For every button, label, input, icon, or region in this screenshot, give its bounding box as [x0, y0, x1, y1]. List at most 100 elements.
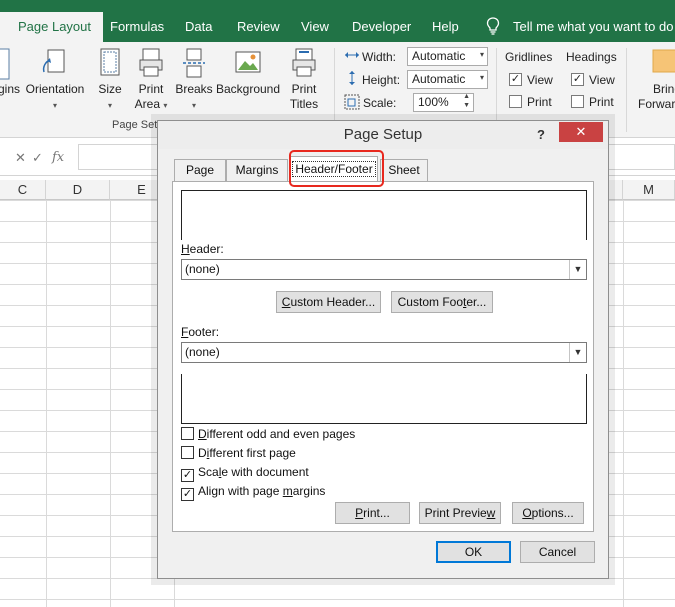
- chevron-down-icon: ▾: [479, 73, 484, 82]
- spinner-down-icon[interactable]: ▼: [463, 102, 470, 109]
- width-icon: [345, 52, 359, 58]
- scale-icon: [344, 94, 360, 110]
- cancel-entry-icon[interactable]: ✕: [15, 150, 26, 166]
- custom-header-button[interactable]: Custom Header...: [276, 291, 381, 313]
- headings-print-checkbox[interactable]: [571, 95, 584, 108]
- margins-icon: [0, 48, 10, 80]
- group-separator: [626, 48, 627, 132]
- tab-page-layout[interactable]: Page Layout: [0, 12, 104, 42]
- tab-sheet[interactable]: Sheet: [380, 159, 428, 181]
- margins-button[interactable]: gins: [0, 46, 20, 97]
- tab-margins[interactable]: Margins: [226, 159, 288, 181]
- grid-line: [623, 200, 624, 607]
- print-titles-label-1: Print: [291, 82, 317, 96]
- cancel-button[interactable]: Cancel: [520, 541, 595, 563]
- height-combo[interactable]: Automatic ▾: [407, 70, 488, 89]
- checkbox-box: ✓: [181, 488, 194, 501]
- lightbulb-icon: [486, 17, 500, 35]
- scale-with-document-checkbox[interactable]: ✓ Scale with document: [181, 465, 309, 482]
- scale-spinner[interactable]: 100% ▲ ▼: [413, 93, 474, 112]
- gridlines-view-label: View: [527, 73, 553, 87]
- footer-value: (none): [185, 345, 220, 359]
- spinner-up-icon[interactable]: ▲: [463, 93, 470, 100]
- help-icon[interactable]: ?: [537, 127, 545, 142]
- footer-label: Footer:: [181, 325, 220, 339]
- align-with-margins-checkbox[interactable]: ✓ Align with page margins: [181, 484, 325, 501]
- tab-page-label: Page: [185, 163, 215, 177]
- bring-forward-button[interactable]: Bring Forwar: [636, 46, 675, 112]
- column-header-m[interactable]: M: [623, 180, 675, 200]
- gridlines-view-checkbox[interactable]: ✓: [509, 73, 522, 86]
- height-value: Automatic: [412, 72, 466, 86]
- header-footer-tab-highlight: [289, 150, 384, 187]
- chevron-down-icon: ▼: [569, 343, 586, 362]
- column-header-c[interactable]: C: [0, 180, 46, 200]
- footer-select[interactable]: (none) ▼: [181, 342, 587, 363]
- checkbox-box: [181, 446, 194, 459]
- print-titles-label-2: Titles: [289, 97, 319, 111]
- column-header-d[interactable]: D: [46, 180, 110, 200]
- bring-forward-label-2: Forwar: [638, 97, 675, 111]
- print-titles-button[interactable]: Print Titles: [284, 46, 324, 112]
- close-icon[interactable]: ✕: [559, 122, 603, 142]
- height-label: Height:: [362, 73, 401, 87]
- print-area-button[interactable]: Print Area ▾: [130, 46, 172, 113]
- bring-forward-label-1: Bring: [653, 82, 675, 96]
- print-button[interactable]: Print...: [335, 502, 410, 524]
- gridlines-print-label: Print: [527, 95, 552, 109]
- margins-label: gins: [0, 82, 21, 96]
- width-label: Width:: [362, 50, 397, 64]
- headings-view-label: View: [589, 73, 615, 87]
- orientation-button[interactable]: Orientation ▾: [24, 46, 86, 113]
- orientation-label: Orientation: [25, 82, 85, 96]
- header-value: (none): [185, 262, 220, 276]
- width-value: Automatic: [412, 49, 466, 63]
- confirm-entry-icon[interactable]: ✓: [32, 150, 43, 166]
- print-area-label-2: Area: [134, 97, 160, 111]
- chevron-down-icon: ▾: [479, 50, 484, 59]
- page-setup-dialog: Page Setup ? ✕ Page Margins Header/Foote…: [157, 120, 609, 579]
- different-first-page-checkbox[interactable]: Different first page: [181, 446, 296, 460]
- page-setup-group-label: Page Set: [112, 119, 158, 131]
- header-label: Header:: [181, 242, 224, 256]
- tab-developer[interactable]: Developer: [352, 19, 411, 34]
- tab-page[interactable]: Page: [174, 159, 226, 181]
- header-select[interactable]: (none) ▼: [181, 259, 587, 280]
- breaks-label: Breaks: [175, 82, 213, 96]
- footer-preview: [181, 374, 587, 424]
- tab-formulas[interactable]: Formulas: [110, 19, 164, 34]
- print-titles-icon: [292, 48, 316, 77]
- tab-help[interactable]: Help: [432, 19, 459, 34]
- orientation-icon: [42, 49, 65, 73]
- headings-print-label: Print: [589, 95, 614, 109]
- gridlines-print-checkbox[interactable]: [509, 95, 522, 108]
- tab-review[interactable]: Review: [237, 19, 280, 34]
- gridlines-header: Gridlines: [505, 50, 553, 64]
- width-combo[interactable]: Automatic ▾: [407, 47, 488, 66]
- tab-sheet-label: Sheet: [388, 163, 420, 177]
- print-preview-button[interactable]: Print Preview: [419, 502, 501, 524]
- different-odd-even-checkbox[interactable]: Different odd and even pages: [181, 427, 355, 441]
- chevron-down-icon: ▼: [569, 260, 586, 279]
- breaks-button[interactable]: Breaks ▾: [174, 46, 214, 113]
- tab-data[interactable]: Data: [185, 19, 212, 34]
- headings-view-checkbox[interactable]: ✓: [571, 73, 584, 86]
- bring-forward-icon: [652, 49, 675, 73]
- header-footer-panel: Header: (none) ▼ Custom Header... Custom…: [172, 181, 594, 532]
- tab-view[interactable]: View: [301, 19, 329, 34]
- insert-function-icon[interactable]: fx: [52, 150, 64, 165]
- background-button[interactable]: Background: [214, 46, 282, 97]
- tell-me-search[interactable]: Tell me what you want to do: [513, 19, 673, 34]
- size-button[interactable]: Size ▾: [94, 46, 126, 113]
- ok-button[interactable]: OK: [436, 541, 511, 563]
- background-label: Background: [215, 82, 281, 96]
- header-preview: [181, 190, 587, 240]
- grid-line: [110, 200, 111, 607]
- checkbox-box: [181, 427, 194, 440]
- options-button[interactable]: Options...: [512, 502, 584, 524]
- custom-footer-button[interactable]: Custom Footer...: [391, 291, 493, 313]
- checkbox-box: ✓: [181, 469, 194, 482]
- tab-margins-label: Margins: [235, 163, 279, 177]
- scale-value: 100%: [418, 95, 449, 109]
- size-label: Size: [98, 82, 122, 96]
